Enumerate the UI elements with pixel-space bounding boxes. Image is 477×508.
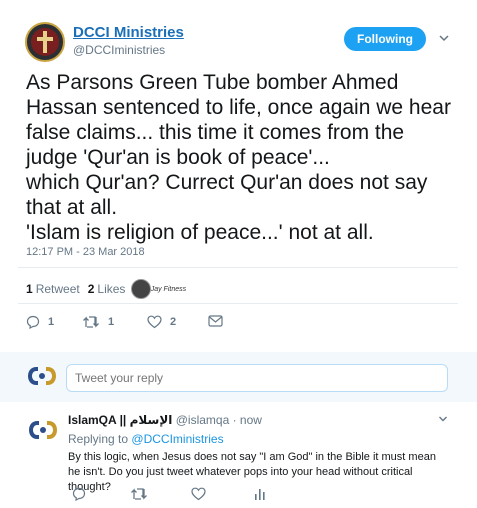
replying-to-link[interactable]: @DCCIministries	[131, 432, 223, 446]
following-button[interactable]: Following	[344, 27, 426, 51]
retweet-label[interactable]: Retweet	[36, 282, 80, 296]
reply-analytics-action[interactable]	[254, 487, 274, 501]
retweet-icon	[83, 316, 99, 328]
reply-reply-action[interactable]	[72, 487, 94, 501]
tweet-timestamp[interactable]: 12:17 PM - 23 Mar 2018	[26, 246, 145, 258]
reply-icon	[72, 487, 86, 501]
retweet-action-count: 1	[108, 316, 115, 328]
replying-prefix: Replying to	[68, 432, 129, 446]
like-count[interactable]: 2	[88, 282, 95, 296]
reply-like-action[interactable]	[191, 487, 214, 501]
message-icon	[208, 315, 223, 327]
likes-label[interactable]: Likes	[97, 282, 125, 296]
divider	[18, 303, 458, 304]
islamqa-avatar-icon[interactable]	[26, 419, 60, 441]
reply-action[interactable]: 1	[26, 315, 54, 329]
chevron-down-icon[interactable]	[437, 413, 449, 425]
islamqa-logo-icon[interactable]	[26, 365, 58, 387]
reply-input[interactable]	[66, 364, 448, 392]
retweet-count[interactable]: 1	[26, 282, 33, 296]
reply-retweet-action[interactable]	[130, 487, 156, 501]
direct-message-action[interactable]	[208, 315, 231, 327]
like-action-count: 2	[170, 316, 177, 328]
reply-handle-time: @islamqa · now	[175, 413, 262, 427]
analytics-icon	[255, 489, 265, 500]
liker-avatar[interactable]	[131, 279, 152, 299]
tweet-stats: 1 Retweet 2 Likes Jay Fitness	[26, 279, 186, 299]
heart-icon	[147, 315, 162, 329]
tweet-text: As Parsons Green Tube bomber Ahmed Hassa…	[26, 71, 451, 244]
user-handle[interactable]: @DCCIministries	[73, 43, 165, 57]
reply-author[interactable]: IslamQA || الإسلام @islamqa · now	[68, 413, 262, 427]
heart-icon	[191, 487, 206, 501]
retweet-icon	[131, 488, 147, 500]
like-action[interactable]: 2	[147, 315, 176, 329]
cross-logo-icon	[31, 28, 59, 56]
display-name[interactable]: DCCI Ministries	[73, 24, 184, 41]
reply-count: 1	[48, 316, 55, 328]
chevron-down-icon[interactable]	[437, 31, 451, 45]
divider	[18, 267, 458, 268]
liker-avatar-jay-fitness[interactable]: Jay Fitness	[151, 279, 186, 299]
reply-display-name[interactable]: IslamQA || الإسلام	[68, 413, 172, 427]
replying-to: Replying to @DCCIministries	[68, 432, 224, 446]
retweet-action[interactable]: 1	[82, 315, 114, 329]
reply-icon	[26, 315, 40, 329]
avatar[interactable]	[25, 22, 65, 62]
